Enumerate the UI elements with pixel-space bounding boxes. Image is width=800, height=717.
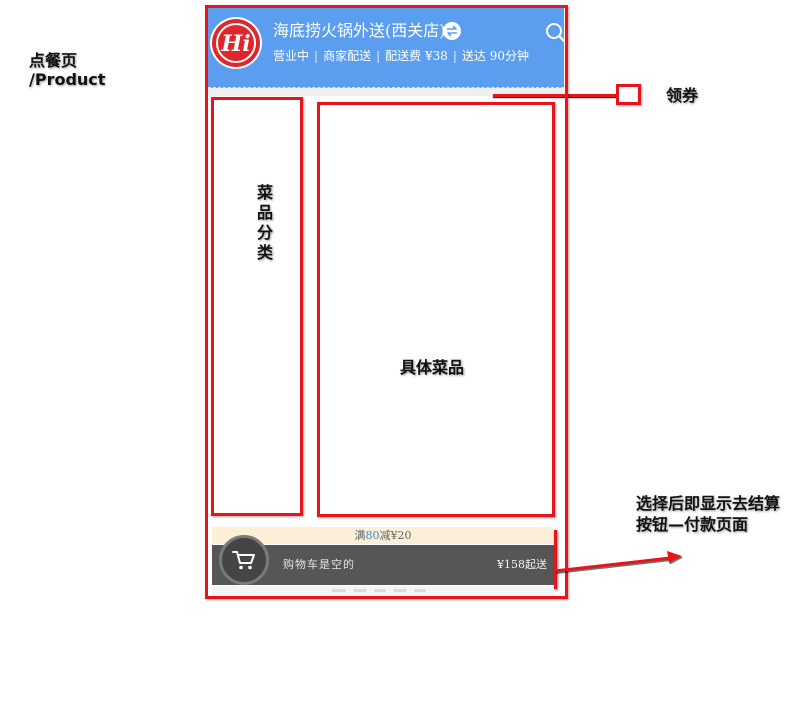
wireframe-canvas: 点餐页 /Product Hi 海底捞火锅外送(西关店) 营业中 | 商家配送 | 配送… xyxy=(0,0,800,717)
coupon-annotation-label: 领券 xyxy=(666,86,699,105)
page-route: /Product xyxy=(29,70,106,89)
checkout-arrow-icon xyxy=(554,551,683,574)
page-title: 点餐页 xyxy=(29,51,78,70)
checkout-annotation-line-2: 按钮—付款页面 xyxy=(636,515,749,534)
checkout-annotation-line-1: 选择后即显示去结算 xyxy=(636,494,781,513)
page-frame xyxy=(205,5,568,599)
coupon-marker-box xyxy=(616,84,641,105)
